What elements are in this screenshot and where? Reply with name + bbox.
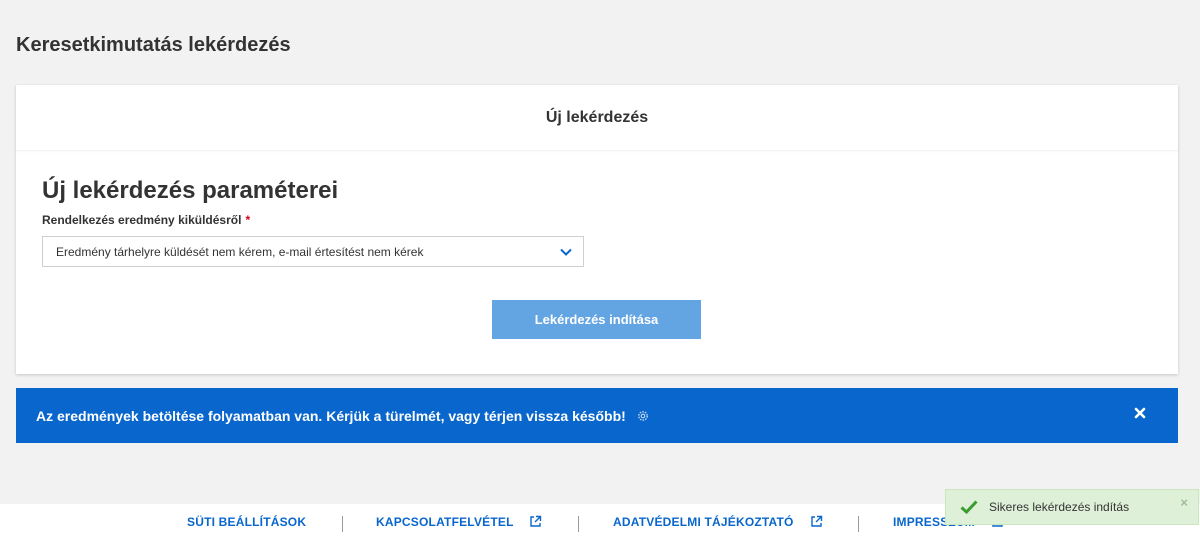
toast-message: Sikeres lekérdezés indítás [989,500,1130,514]
success-toast: Sikeres lekérdezés indítás × [945,489,1199,525]
footer-divider [858,516,859,532]
page-title: Keresetkimutatás lekérdezés [16,34,291,56]
external-link-icon [811,515,823,527]
start-query-button[interactable]: Lekérdezés indítása [492,300,701,339]
chevron-down-icon [560,248,572,256]
cookie-settings-link[interactable]: SÜTI BEÁLLÍTÁSOK [187,515,306,529]
query-card: Új lekérdezés Új lekérdezés paraméterei … [16,85,1178,374]
loading-message: Az eredmények betöltése folyamatban van.… [36,407,626,424]
select-value: Eredmény tárhelyre küldését nem kérem, e… [56,244,424,259]
footer-divider [342,516,343,532]
check-icon [960,500,978,514]
toast-close-icon[interactable]: × [1180,495,1188,510]
required-marker: * [245,213,251,227]
loading-banner: Az eredmények betöltése folyamatban van.… [16,388,1178,443]
external-link-icon [530,515,542,527]
gear-icon [637,410,648,421]
result-delivery-select[interactable]: Eredmény tárhelyre küldését nem kérem, e… [42,236,584,267]
field-label-text: Rendelkezés eredmény kiküldésről [42,213,242,227]
close-icon[interactable] [1134,407,1146,419]
card-header: Új lekérdezés [16,85,1178,151]
section-title: Új lekérdezés paraméterei [42,177,339,204]
footer-divider [578,516,579,532]
result-delivery-label: Rendelkezés eredmény kiküldésről * [42,213,250,227]
contact-link[interactable]: KAPCSOLATFELVÉTEL [376,515,514,529]
privacy-link[interactable]: ADATVÉDELMI TÁJÉKOZTATÓ [613,515,794,529]
